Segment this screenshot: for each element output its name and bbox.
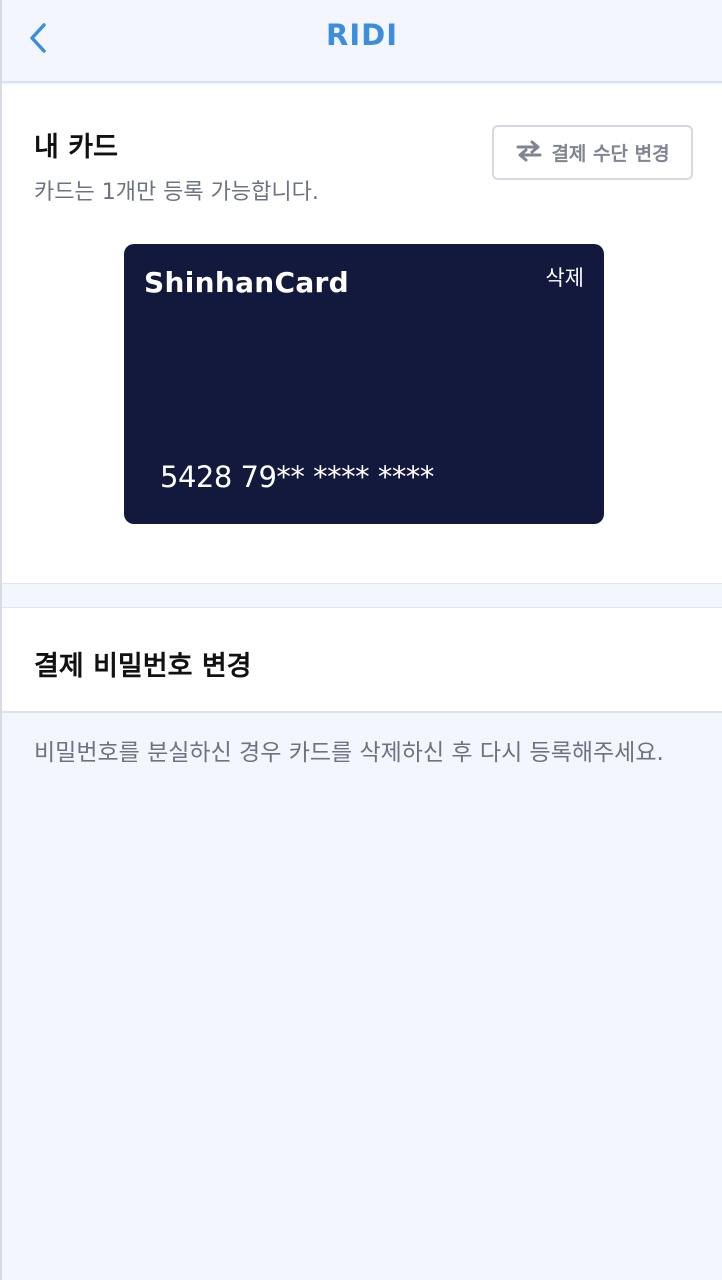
my-card-title: 내 카드 — [34, 132, 118, 163]
card-brand-logo: ShinhanCard — [144, 266, 349, 299]
app-title: RIDI — [326, 18, 398, 52]
delete-card-button[interactable]: 삭제 — [545, 262, 584, 292]
credit-card: ShinhanCard 삭제 5428 79** **** **** — [124, 244, 604, 524]
swap-arrows-icon — [515, 140, 543, 166]
change-password-title: 결제 비밀번호 변경 — [34, 651, 252, 682]
change-password-row[interactable]: 결제 비밀번호 변경 — [2, 607, 722, 713]
my-card-section: 내 카드 카드는 1개만 등록 가능합니다. 결제 수단 변경 ShinhanC… — [2, 85, 722, 584]
change-payment-method-label: 결제 수단 변경 — [551, 143, 670, 165]
card-number: 5428 79** **** **** — [160, 460, 434, 494]
app-root: RIDI 내 카드 카드는 1개만 등록 가능합니다. 결제 수단 변경 Shi… — [0, 0, 722, 1280]
top-bar: RIDI — [2, 0, 722, 83]
change-payment-method-button[interactable]: 결제 수단 변경 — [492, 125, 693, 180]
my-card-subtitle: 카드는 1개만 등록 가능합니다. — [34, 180, 319, 205]
password-notice: 비밀번호를 분실하신 경우 카드를 삭제하신 후 다시 등록해주세요. — [34, 740, 664, 766]
